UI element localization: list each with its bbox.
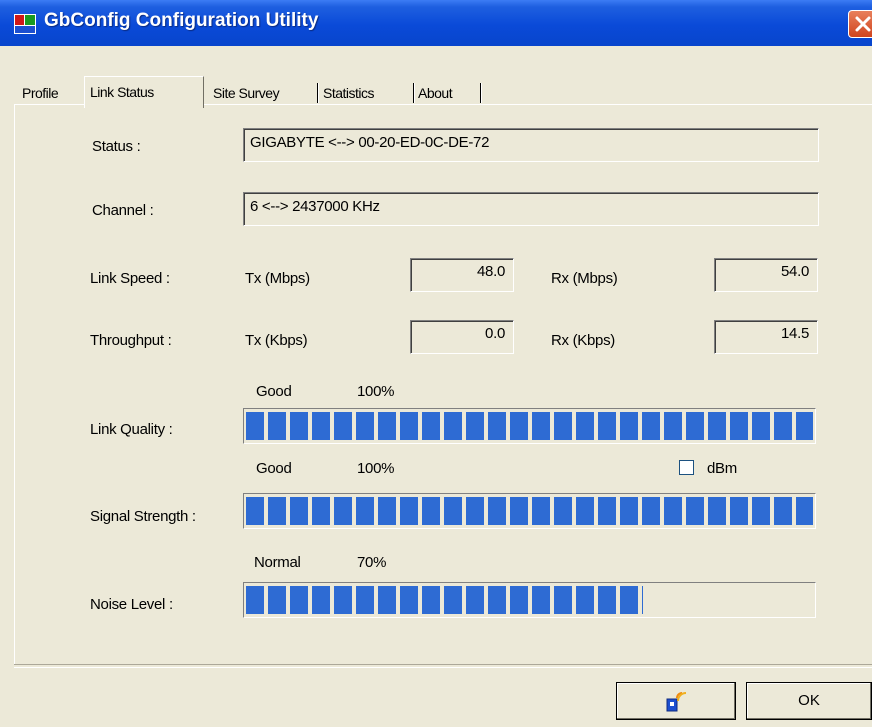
wireless-radio-icon: [666, 692, 687, 712]
noise-level-percent: 70%: [357, 554, 387, 571]
ok-button[interactable]: OK: [746, 682, 872, 720]
throughput-rx-field: 14.5: [714, 320, 818, 354]
signal-strength-bar-fill: [246, 497, 813, 525]
link-speed-tx-field: 48.0: [410, 258, 514, 292]
link-quality-percent: 100%: [357, 383, 395, 400]
dbm-checkbox[interactable]: [679, 460, 694, 475]
noise-level-bar: [243, 582, 816, 618]
close-icon: [855, 16, 871, 32]
noise-level-label: Noise Level :: [90, 596, 173, 613]
close-button[interactable]: [848, 10, 872, 38]
link-quality-bar-fill: [246, 412, 813, 440]
link-speed-label: Link Speed :: [90, 270, 170, 287]
signal-strength-percent: 100%: [357, 460, 395, 477]
title-bar: GbConfig Configuration Utility: [0, 0, 872, 46]
noise-level-rating: Normal: [254, 554, 301, 571]
throughput-tx-field: 0.0: [410, 320, 514, 354]
window-title: GbConfig Configuration Utility: [44, 10, 319, 31]
status-label: Status :: [92, 138, 141, 155]
throughput-rx-label: Rx (Kbps): [551, 332, 615, 349]
status-field: GIGABYTE <--> 00-20-ED-0C-DE-72: [243, 128, 819, 162]
tab-statistics[interactable]: Statistics: [318, 80, 414, 106]
link-speed-rx-field: 54.0: [714, 258, 818, 292]
throughput-label: Throughput :: [90, 332, 172, 349]
dbm-label: dBm: [707, 460, 737, 477]
signal-strength-rating: Good: [256, 460, 292, 477]
link-quality-bar: [243, 408, 816, 444]
signal-strength-bar: [243, 493, 816, 529]
link-quality-label: Link Quality :: [90, 421, 173, 438]
tab-link-status[interactable]: Link Status: [84, 76, 204, 108]
radio-toggle-button[interactable]: [616, 682, 736, 720]
link-quality-rating: Good: [256, 383, 292, 400]
tab-panel: [14, 104, 872, 664]
throughput-tx-label: Tx (Kbps): [245, 332, 308, 349]
tab-about[interactable]: About: [413, 80, 481, 106]
tab-profile[interactable]: Profile: [17, 80, 81, 106]
signal-strength-label: Signal Strength :: [90, 508, 196, 525]
channel-field: 6 <--> 2437000 KHz: [243, 192, 819, 226]
footer-divider: [14, 664, 872, 668]
channel-label: Channel :: [92, 202, 154, 219]
link-speed-rx-label: Rx (Mbps): [551, 270, 618, 287]
noise-level-bar-fill: [246, 586, 643, 614]
link-speed-tx-label: Tx (Mbps): [245, 270, 310, 287]
app-logo-icon: [14, 14, 36, 34]
tab-site-survey[interactable]: Site Survey: [208, 80, 318, 106]
